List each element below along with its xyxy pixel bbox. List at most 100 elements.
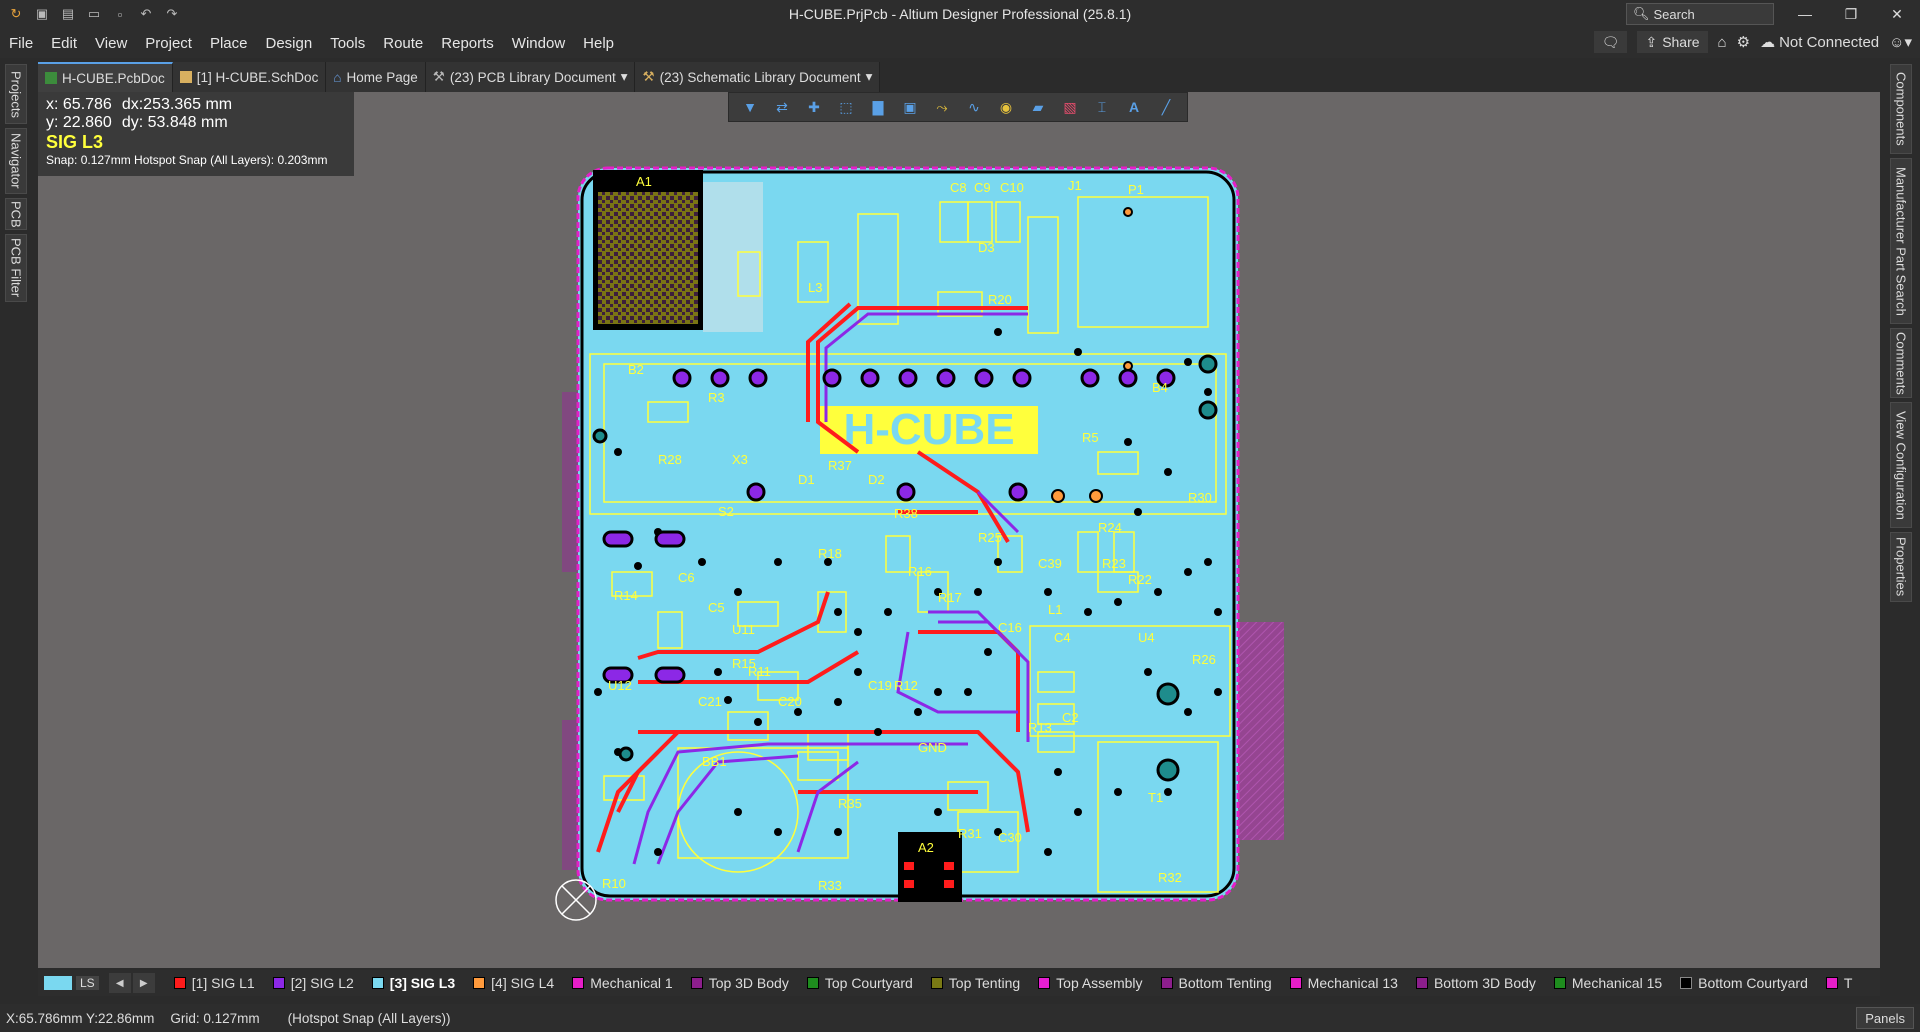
menu-project[interactable]: Project bbox=[136, 35, 201, 52]
layer-set-label: LS bbox=[76, 976, 99, 990]
svg-text:U12: U12 bbox=[608, 678, 632, 693]
layer-label: Bottom 3D Body bbox=[1433, 975, 1536, 991]
layer-swatch bbox=[572, 977, 585, 989]
menu-window[interactable]: Window bbox=[503, 35, 574, 52]
menu-route[interactable]: Route bbox=[374, 35, 432, 52]
user-account-icon[interactable]: ☺▾ bbox=[1889, 33, 1912, 51]
panel-tab-properties[interactable]: Properties bbox=[1890, 532, 1912, 602]
menu-help[interactable]: Help bbox=[574, 35, 623, 52]
qr-area bbox=[703, 182, 763, 332]
panel-tab-manufacturer-part-search[interactable]: Manufacturer Part Search bbox=[1890, 158, 1912, 324]
layer-tab-sig-l4[interactable]: [4] SIG L4 bbox=[464, 975, 563, 991]
settings-gear-icon[interactable]: ⚙ bbox=[1737, 33, 1750, 51]
layer-tab-top-assembly[interactable]: Top Assembly bbox=[1029, 975, 1151, 991]
layer-tab-top-3d-body[interactable]: Top 3D Body bbox=[682, 975, 798, 991]
close-button[interactable]: ✕ bbox=[1874, 0, 1920, 28]
layer-prev-arrow-icon[interactable]: ◀ bbox=[108, 973, 131, 993]
svg-text:R20: R20 bbox=[988, 292, 1012, 307]
panel-tab-comments[interactable]: Comments bbox=[1890, 328, 1912, 398]
tab-schdoc[interactable]: [1] H-CUBE.SchDoc bbox=[172, 62, 327, 92]
pcb-board[interactable]: A1 H-CUBE A2 P1 J1 C8 C9 C10 D3 R20 R3 R… bbox=[38, 92, 1880, 968]
panel-tab-pcb-filter[interactable]: PCB Filter bbox=[5, 234, 27, 302]
menu-reports[interactable]: Reports bbox=[432, 35, 503, 52]
mech-region-right bbox=[1238, 622, 1284, 840]
layer-tab-bottom-3d-body[interactable]: Bottom 3D Body bbox=[1407, 975, 1545, 991]
minimize-button[interactable]: — bbox=[1782, 0, 1828, 28]
comment-button[interactable]: 🗨︎ bbox=[1593, 31, 1628, 53]
save-all-icon[interactable]: ▤ bbox=[60, 6, 76, 22]
layer-swatch bbox=[1160, 977, 1173, 989]
svg-text:R35: R35 bbox=[838, 796, 862, 811]
layer-label: [3] SIG L3 bbox=[389, 975, 456, 991]
layer-tab-mechanical-15[interactable]: Mechanical 15 bbox=[1545, 975, 1671, 991]
tab-sch-library[interactable]: ⚒ (23) Schematic Library Document ▾ bbox=[635, 62, 881, 92]
search-input[interactable]: 🔍︎ Search bbox=[1626, 3, 1774, 25]
layer-tab-bottom-courtyard[interactable]: Bottom Courtyard bbox=[1671, 975, 1817, 991]
svg-text:R5: R5 bbox=[1082, 430, 1099, 445]
layer-tab-sig-l2[interactable]: [2] SIG L2 bbox=[264, 975, 363, 991]
connection-label: Not Connected bbox=[1779, 33, 1880, 51]
layer-tab-sig-l3[interactable]: [3] SIG L3 bbox=[363, 975, 464, 991]
svg-text:R31: R31 bbox=[958, 826, 982, 841]
menu-tools[interactable]: Tools bbox=[321, 35, 374, 52]
panel-tab-pcb[interactable]: PCB bbox=[5, 198, 27, 230]
panel-tab-components[interactable]: Components bbox=[1890, 64, 1912, 154]
svg-text:R32: R32 bbox=[1158, 870, 1182, 885]
layer-swatch bbox=[690, 977, 703, 989]
layer-tab-sig-l1[interactable]: [1] SIG L1 bbox=[165, 975, 264, 991]
svg-text:T1: T1 bbox=[1148, 790, 1163, 805]
layer-tab-top-tenting[interactable]: Top Tenting bbox=[922, 975, 1029, 991]
app-logo-icon: ↻ bbox=[10, 6, 22, 21]
menu-view[interactable]: View bbox=[86, 35, 136, 52]
open-folder-icon[interactable]: ▭ bbox=[86, 6, 102, 22]
panel-tab-navigator[interactable]: Navigator bbox=[5, 128, 27, 194]
svg-text:R17: R17 bbox=[938, 590, 962, 605]
cloud-off-icon: ☁ bbox=[1760, 34, 1776, 51]
svg-text:C30: C30 bbox=[998, 830, 1022, 845]
tab-home-page[interactable]: ⌂ Home Page bbox=[326, 62, 426, 92]
layer-next-arrow-icon[interactable]: ▶ bbox=[132, 973, 155, 993]
layer-label: T bbox=[1843, 975, 1853, 991]
home-icon[interactable]: ⌂ bbox=[1718, 34, 1727, 51]
svg-text:L3: L3 bbox=[808, 280, 822, 295]
connection-status[interactable]: ☁ Not Connected bbox=[1760, 33, 1880, 52]
menu-file[interactable]: File bbox=[0, 35, 42, 52]
share-button[interactable]: ⇪ Share bbox=[1637, 31, 1708, 53]
pcb-canvas[interactable]: x: 65.786 dx:253.365 mm y: 22.860 dy: 53.8… bbox=[38, 92, 1880, 968]
svg-text:D2: D2 bbox=[868, 472, 885, 487]
svg-text:C16: C16 bbox=[998, 620, 1022, 635]
layer-label: Top Courtyard bbox=[824, 975, 913, 991]
menu-design[interactable]: Design bbox=[257, 35, 322, 52]
tab-label: (23) Schematic Library Document bbox=[659, 69, 861, 85]
tab-pcbdoc[interactable]: H-CUBE.PcbDoc bbox=[38, 62, 173, 92]
search-placeholder: Search bbox=[1653, 6, 1695, 22]
layer-set-selector[interactable]: LS bbox=[44, 976, 99, 990]
layer-swatch bbox=[1289, 977, 1302, 989]
layer-tab-truncated[interactable]: T bbox=[1817, 975, 1862, 991]
svg-text:R25: R25 bbox=[978, 530, 1002, 545]
panel-tab-view-configuration[interactable]: View Configuration bbox=[1890, 402, 1912, 528]
layer-tab-mechanical-1[interactable]: Mechanical 1 bbox=[563, 975, 682, 991]
menu-place[interactable]: Place bbox=[201, 35, 257, 52]
panel-tab-projects[interactable]: Projects bbox=[5, 64, 27, 124]
panels-button[interactable]: Panels bbox=[1856, 1007, 1914, 1029]
tab-pcb-library[interactable]: ⚒ (23) PCB Library Document ▾ bbox=[425, 62, 636, 92]
svg-text:U4: U4 bbox=[1138, 630, 1155, 645]
layer-tab-mechanical-13[interactable]: Mechanical 13 bbox=[1281, 975, 1407, 991]
layer-tab-bottom-tenting[interactable]: Bottom Tenting bbox=[1152, 975, 1281, 991]
svg-text:S2: S2 bbox=[718, 504, 734, 519]
share-icon: ⇪ bbox=[1645, 33, 1658, 50]
chevron-down-icon[interactable]: ▾ bbox=[621, 69, 628, 85]
chevron-down-icon[interactable]: ▾ bbox=[866, 69, 873, 85]
layer-tab-top-courtyard[interactable]: Top Courtyard bbox=[798, 975, 922, 991]
restore-button[interactable]: ❐ bbox=[1828, 0, 1874, 28]
redo-icon[interactable]: ↷ bbox=[164, 6, 180, 22]
menu-edit[interactable]: Edit bbox=[42, 35, 86, 52]
svg-text:C19: C19 bbox=[868, 678, 892, 693]
save-icon[interactable]: ▣ bbox=[34, 6, 50, 22]
tab-label: [1] H-CUBE.SchDoc bbox=[196, 69, 319, 85]
undo-icon[interactable]: ↶ bbox=[138, 6, 154, 22]
tab-label: H-CUBE.PcbDoc bbox=[62, 70, 165, 86]
open-project-icon[interactable]: ▫ bbox=[112, 6, 128, 22]
svg-text:C4: C4 bbox=[1054, 630, 1071, 645]
